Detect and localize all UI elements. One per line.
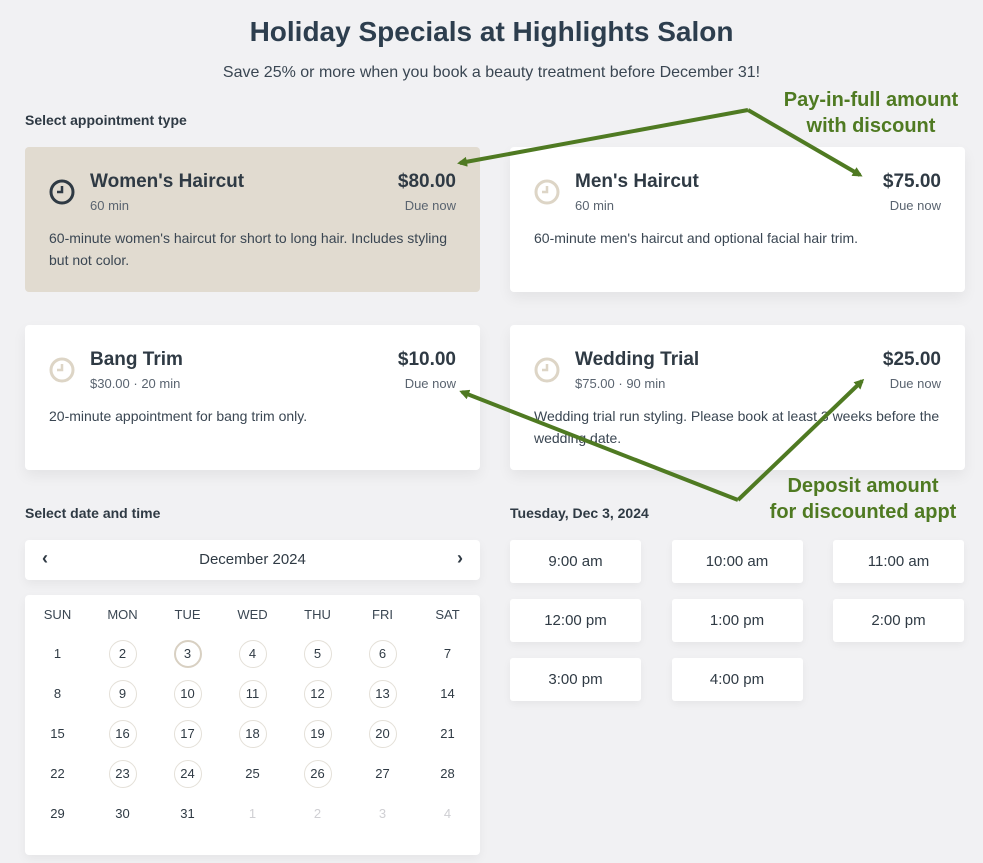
weekday-header: SAT	[435, 607, 460, 622]
clock-icon	[534, 179, 560, 205]
card-meta: 60 min	[575, 198, 615, 213]
calendar-day[interactable]: 23	[108, 760, 137, 788]
calendar-day[interactable]: 26	[303, 760, 332, 788]
selected-date-heading: Tuesday, Dec 3, 2024	[510, 505, 649, 521]
page-title: Holiday Specials at Highlights Salon	[249, 16, 734, 47]
card-description: 60-minute men's haircut and optional fac…	[534, 230, 859, 246]
annotation-pay-in-full: Pay-in-full amount with discount	[768, 87, 974, 139]
time-slot-button[interactable]: 9:00 am	[510, 540, 641, 583]
clock-icon	[534, 357, 560, 383]
calendar-day[interactable]: 20	[368, 720, 397, 748]
calendar-day[interactable]: 16	[108, 720, 137, 748]
card-price: $80.00	[397, 171, 456, 192]
calendar-day: 1	[248, 806, 257, 821]
appointment-card-bang-trim[interactable]: Bang Trim $30.00 · 20 min $10.00 Due now…	[25, 325, 480, 470]
month-label: December 2024	[199, 551, 306, 568]
card-name: Wedding Trial	[575, 349, 700, 370]
calendar-day: 22	[50, 766, 65, 781]
calendar-day[interactable]: 11	[238, 680, 267, 708]
calendar-day[interactable]: 24	[173, 760, 202, 788]
calendar-day: 2	[313, 806, 322, 821]
card-due: Due now	[889, 198, 941, 213]
weekday-header: MON	[107, 607, 138, 622]
weekday-header: TUE	[174, 607, 201, 622]
calendar-day[interactable]: 17	[173, 720, 202, 748]
card-name: Women's Haircut	[90, 171, 245, 192]
weekday-header: THU	[304, 607, 331, 622]
time-slot-button[interactable]: 2:00 pm	[833, 599, 964, 642]
card-description: 20-minute appointment for bang trim only…	[49, 408, 308, 424]
calendar-day: 25	[245, 766, 260, 781]
card-price: $75.00	[882, 171, 941, 192]
calendar-day: 14	[440, 686, 455, 701]
card-due: Due now	[404, 376, 456, 391]
card-price: $10.00	[397, 349, 456, 370]
appointment-type-label: Select appointment type	[25, 112, 187, 128]
calendar-day: 15	[50, 726, 65, 741]
appointment-card-mens-haircut[interactable]: Men's Haircut 60 min $75.00 Due now 60-m…	[510, 147, 965, 292]
calendar-day[interactable]: 12	[303, 680, 332, 708]
card-meta: 60 min	[90, 198, 130, 213]
calendar-day[interactable]: 2	[108, 640, 137, 668]
date-time-label: Select date and time	[25, 505, 161, 521]
card-meta: $75.00 · 90 min	[575, 376, 666, 391]
calendar-day[interactable]: 18	[238, 720, 267, 748]
annotation-line: Deposit amount	[787, 475, 939, 497]
time-slot-button[interactable]: 1:00 pm	[671, 599, 803, 642]
calendar-day[interactable]: 6	[368, 640, 397, 668]
calendar-day[interactable]: 5	[303, 640, 332, 668]
time-slot-button[interactable]: 11:00 am	[833, 540, 964, 583]
appointment-card-womens-haircut[interactable]: Women's Haircut 60 min $80.00 Due now 60…	[25, 147, 480, 292]
calendar-day[interactable]: 4	[238, 640, 267, 668]
calendar-day: 21	[440, 726, 455, 741]
calendar-day: 31	[180, 806, 195, 821]
calendar-day: 28	[440, 766, 455, 781]
time-slot-button[interactable]: 12:00 pm	[510, 599, 641, 642]
clock-icon	[49, 357, 75, 383]
card-price: $25.00	[882, 349, 941, 370]
annotation-line: Pay-in-full amount	[783, 89, 959, 111]
time-slot-button[interactable]: 4:00 pm	[671, 658, 803, 701]
annotation-line: with discount	[806, 115, 936, 137]
card-name: Bang Trim	[90, 349, 183, 370]
calendar-day[interactable]: 3	[173, 640, 202, 668]
weekday-header: WED	[237, 607, 268, 622]
annotation-line: for discounted appt	[769, 501, 957, 523]
chevron-right-icon[interactable]: ›	[448, 548, 472, 569]
card-meta: $30.00 · 20 min	[90, 376, 181, 391]
clock-icon	[49, 179, 75, 205]
time-slot-button[interactable]: 3:00 pm	[510, 658, 641, 701]
calendar-day[interactable]: 19	[303, 720, 332, 748]
annotation-deposit: Deposit amount for discounted appt	[752, 473, 974, 525]
appointment-card-wedding-trial[interactable]: Wedding Trial $75.00 · 90 min $25.00 Due…	[510, 325, 965, 470]
card-description: 60-minute women's haircut for short to l…	[49, 230, 447, 268]
card-due: Due now	[889, 376, 941, 391]
calendar-day[interactable]: 10	[173, 680, 202, 708]
calendar-day: 8	[53, 686, 62, 701]
calendar-panel: SUN MON TUE WED THU FRI SAT 1 2 3 4 5 6 7 8 9 10 11 12 13 14…	[25, 595, 480, 855]
calendar-day: 1	[53, 646, 62, 661]
card-description: Wedding trial run styling. Please book a…	[534, 408, 940, 446]
calendar-day: 29	[50, 806, 65, 821]
page-subtitle: Save 25% or more when you book a beauty …	[222, 64, 761, 81]
calendar-day: 3	[378, 806, 387, 821]
calendar-day[interactable]: 9	[108, 680, 137, 708]
card-due: Due now	[404, 198, 456, 213]
weekday-header: FRI	[372, 607, 393, 622]
weekday-header: SUN	[43, 607, 72, 622]
calendar-day: 30	[115, 806, 130, 821]
calendar-day: 27	[375, 766, 390, 781]
calendar-day: 4	[443, 806, 452, 821]
card-name: Men's Haircut	[575, 171, 699, 192]
calendar-day: 7	[443, 646, 452, 661]
time-slot-button[interactable]: 10:00 am	[671, 540, 803, 583]
calendar-day[interactable]: 13	[368, 680, 397, 708]
month-navigator: ‹ December 2024 ›	[25, 540, 480, 580]
